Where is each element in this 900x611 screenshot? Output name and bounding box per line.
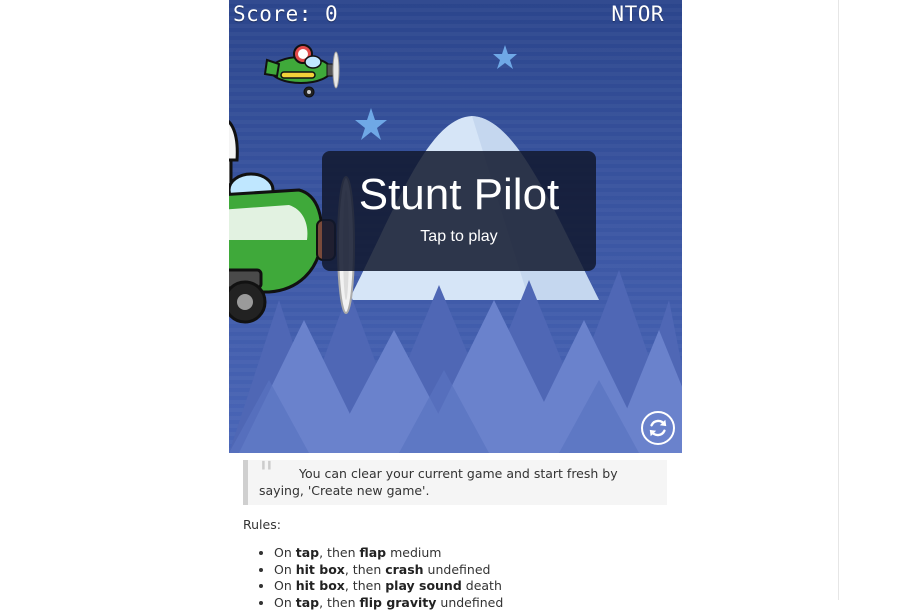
- start-overlay[interactable]: Stunt Pilot Tap to play: [322, 151, 596, 271]
- quote-icon: ": [259, 457, 274, 489]
- hint-text: You can clear your current game and star…: [259, 465, 657, 499]
- score-display: Score: 0: [233, 2, 338, 26]
- rules-list: On tap, then flap medium On hit box, the…: [259, 545, 694, 611]
- restart-button[interactable]: [641, 411, 675, 445]
- list-item: On tap, then flip gravity undefined: [274, 595, 694, 611]
- game-canvas[interactable]: Score: 0 NTOR Stunt Pilot Tap to play: [229, 0, 682, 453]
- list-item: On hit box, then play sound death: [274, 578, 694, 595]
- tap-to-play-prompt[interactable]: Tap to play: [322, 228, 596, 246]
- page-divider: [838, 0, 839, 600]
- game-title: Stunt Pilot: [322, 173, 596, 217]
- player-tag: NTOR: [611, 2, 664, 26]
- rules-heading: Rules:: [243, 517, 281, 532]
- refresh-icon: [647, 417, 669, 439]
- hint-note: " You can clear your current game and st…: [243, 460, 667, 505]
- list-item: On hit box, then crash undefined: [274, 562, 694, 579]
- list-item: On tap, then flap medium: [274, 545, 694, 562]
